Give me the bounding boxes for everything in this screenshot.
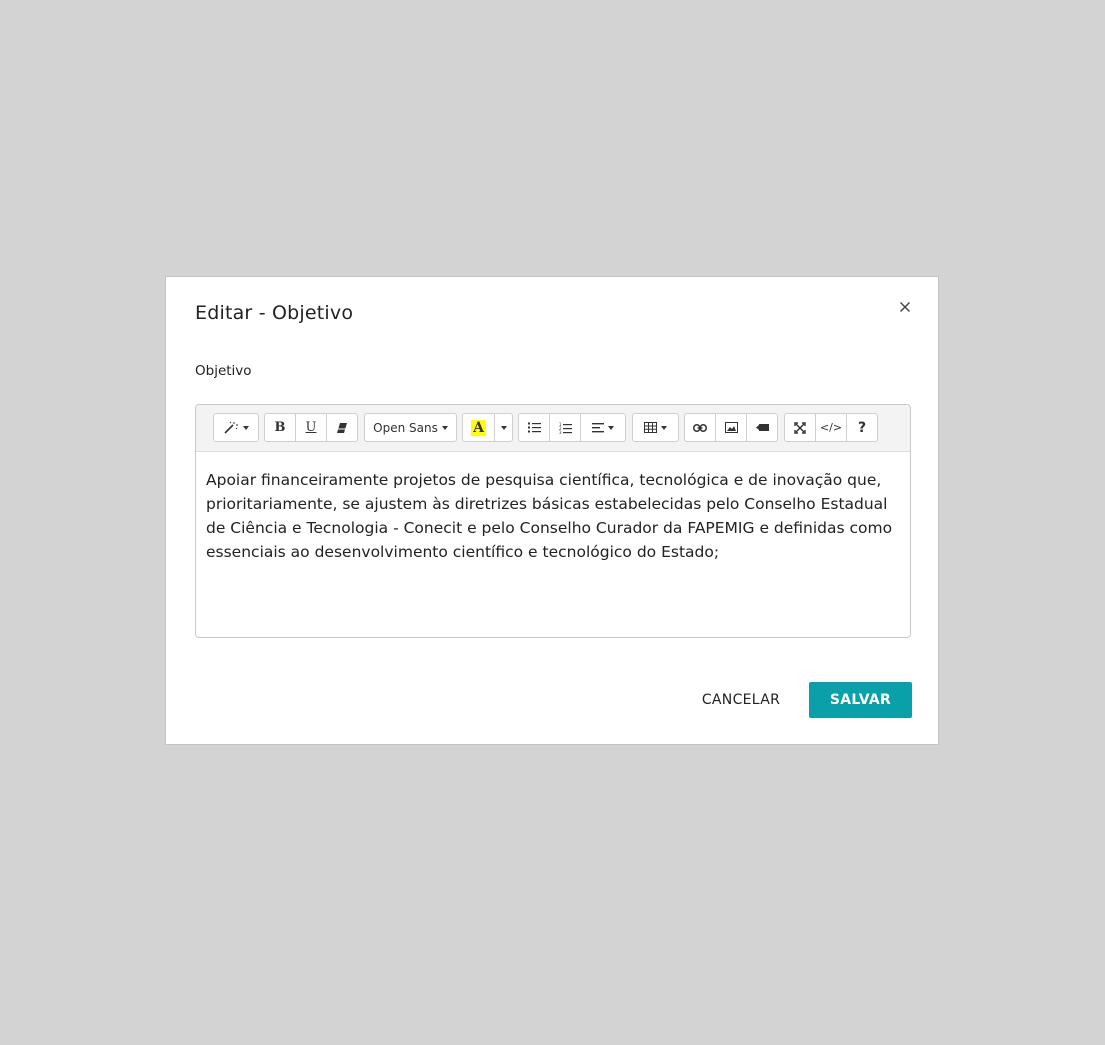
font-color-button[interactable]: A <box>462 413 495 442</box>
link-button[interactable] <box>684 413 716 442</box>
fullscreen-button[interactable] <box>784 413 816 442</box>
style-button[interactable] <box>213 413 259 442</box>
editor-toolbar: B U Open Sans A 1 2 3 </> ? <box>196 405 910 452</box>
chevron-down-icon <box>661 425 667 430</box>
chevron-down-icon <box>243 425 249 430</box>
close-icon[interactable] <box>896 298 914 316</box>
chevron-down-icon <box>441 425 448 430</box>
unordered-list-button[interactable] <box>518 413 550 442</box>
cancel-button[interactable]: CANCELAR <box>684 682 798 718</box>
edit-dialog: Editar - Objetivo Objetivo B U Open Sans… <box>165 276 939 745</box>
view-group: </> ? <box>784 413 878 442</box>
save-button[interactable]: SALVAR <box>809 682 912 718</box>
svg-text:3: 3 <box>559 430 562 434</box>
font-name-label: Open Sans <box>373 420 438 435</box>
bold-button[interactable]: B <box>264 413 296 442</box>
underline-button[interactable]: U <box>295 413 327 442</box>
chevron-down-icon <box>608 425 614 430</box>
rich-text-editor: B U Open Sans A 1 2 3 </> ? Apoiar finan… <box>195 404 911 638</box>
align-left-icon <box>592 422 604 433</box>
style-group <box>213 413 259 442</box>
field-label: Objetivo <box>195 363 252 379</box>
font-color-label: A <box>471 419 486 436</box>
paragraph-group: 1 2 3 <box>518 413 626 442</box>
font-name-group: Open Sans <box>364 413 457 442</box>
color-dropdown-button[interactable] <box>494 413 513 442</box>
code-view-button[interactable]: </> <box>815 413 847 442</box>
table-icon <box>644 422 657 433</box>
editor-content[interactable]: Apoiar financeiramente projetos de pesqu… <box>196 452 910 564</box>
bullet-list-icon <box>527 422 541 433</box>
chevron-down-icon <box>500 425 507 430</box>
video-icon <box>755 423 769 432</box>
table-dropdown[interactable] <box>632 413 679 442</box>
table-group <box>632 413 679 442</box>
eraser-icon <box>336 422 348 434</box>
help-button[interactable]: ? <box>846 413 878 442</box>
color-group: A <box>462 413 513 442</box>
font-name-dropdown[interactable]: Open Sans <box>364 413 457 442</box>
image-icon <box>724 422 738 433</box>
insert-group <box>684 413 778 442</box>
picture-button[interactable] <box>715 413 747 442</box>
video-button[interactable] <box>746 413 778 442</box>
clear-format-button[interactable] <box>326 413 358 442</box>
dialog-title: Editar - Objetivo <box>195 302 354 324</box>
fullscreen-icon <box>794 421 806 434</box>
link-icon <box>693 423 707 432</box>
font-style-group: B U <box>264 413 358 442</box>
magic-wand-icon <box>223 421 239 435</box>
ordered-list-button[interactable]: 1 2 3 <box>549 413 581 442</box>
numbered-list-icon: 1 2 3 <box>559 422 572 434</box>
paragraph-align-dropdown[interactable] <box>580 413 626 442</box>
